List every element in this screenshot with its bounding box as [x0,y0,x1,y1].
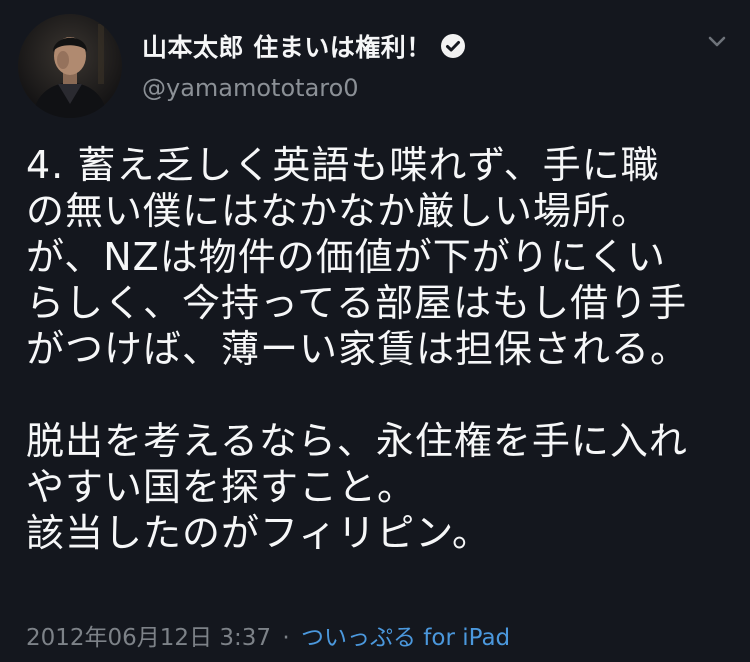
source-app-link[interactable]: ついっぷる for iPad [301,625,510,651]
display-name[interactable]: 山本太郎 住まいは権利！ [142,28,432,64]
tweet-line: が、NZは物件の価値が下がりにくい [26,235,666,279]
tweet-line: の無い僕にはなかなか厳しい場所。 [26,189,651,233]
avatar[interactable] [18,14,122,118]
tweet-line: 4. 蓄え乏しく英語も喋れず、手に職 [26,143,660,187]
tweet-line: 脱出を考えるなら、永住権を手に入れ [26,419,688,463]
chevron-down-icon[interactable] [702,30,732,54]
tweet-text: 4. 蓄え乏しく英語も喋れず、手に職 の無い僕にはなかなか厳しい場所。 が、NZ… [26,142,738,556]
meta-separator: · [282,625,290,651]
tweet-line: らしく、今持ってる部屋はもし借り手 [26,281,688,325]
tweet-line: やすい国を探すこと。 [26,465,417,509]
tweet-meta: 2012年06月12日 3:37 · ついっぷる for iPad [26,618,510,652]
name-row: 山本太郎 住まいは権利！ [142,28,466,64]
timestamp[interactable]: 2012年06月12日 3:37 [26,625,271,651]
tweet-line: 該当したのがフィリピン。 [26,511,491,555]
handle[interactable]: @yamamototaro0 [142,74,359,102]
tweet-line: がつけば、薄ーい家賃は担保される。 [26,327,690,371]
avatar-image [18,14,122,118]
verified-badge-icon [440,33,466,59]
tweet-card: 山本太郎 住まいは権利！ @yamamototaro0 4. 蓄え乏しく英語も喋… [0,0,750,662]
